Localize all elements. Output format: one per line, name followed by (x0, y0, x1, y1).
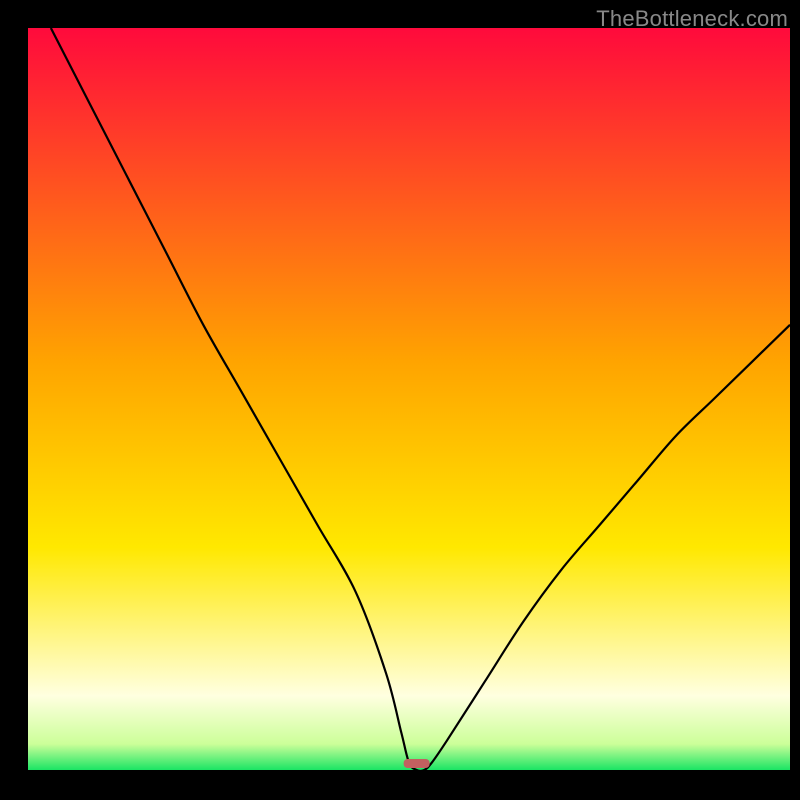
gradient-background (28, 28, 790, 770)
bottleneck-chart-svg (28, 28, 790, 770)
chart-area (28, 28, 790, 770)
attribution-label: TheBottleneck.com (596, 6, 788, 32)
optimum-marker (404, 759, 430, 768)
